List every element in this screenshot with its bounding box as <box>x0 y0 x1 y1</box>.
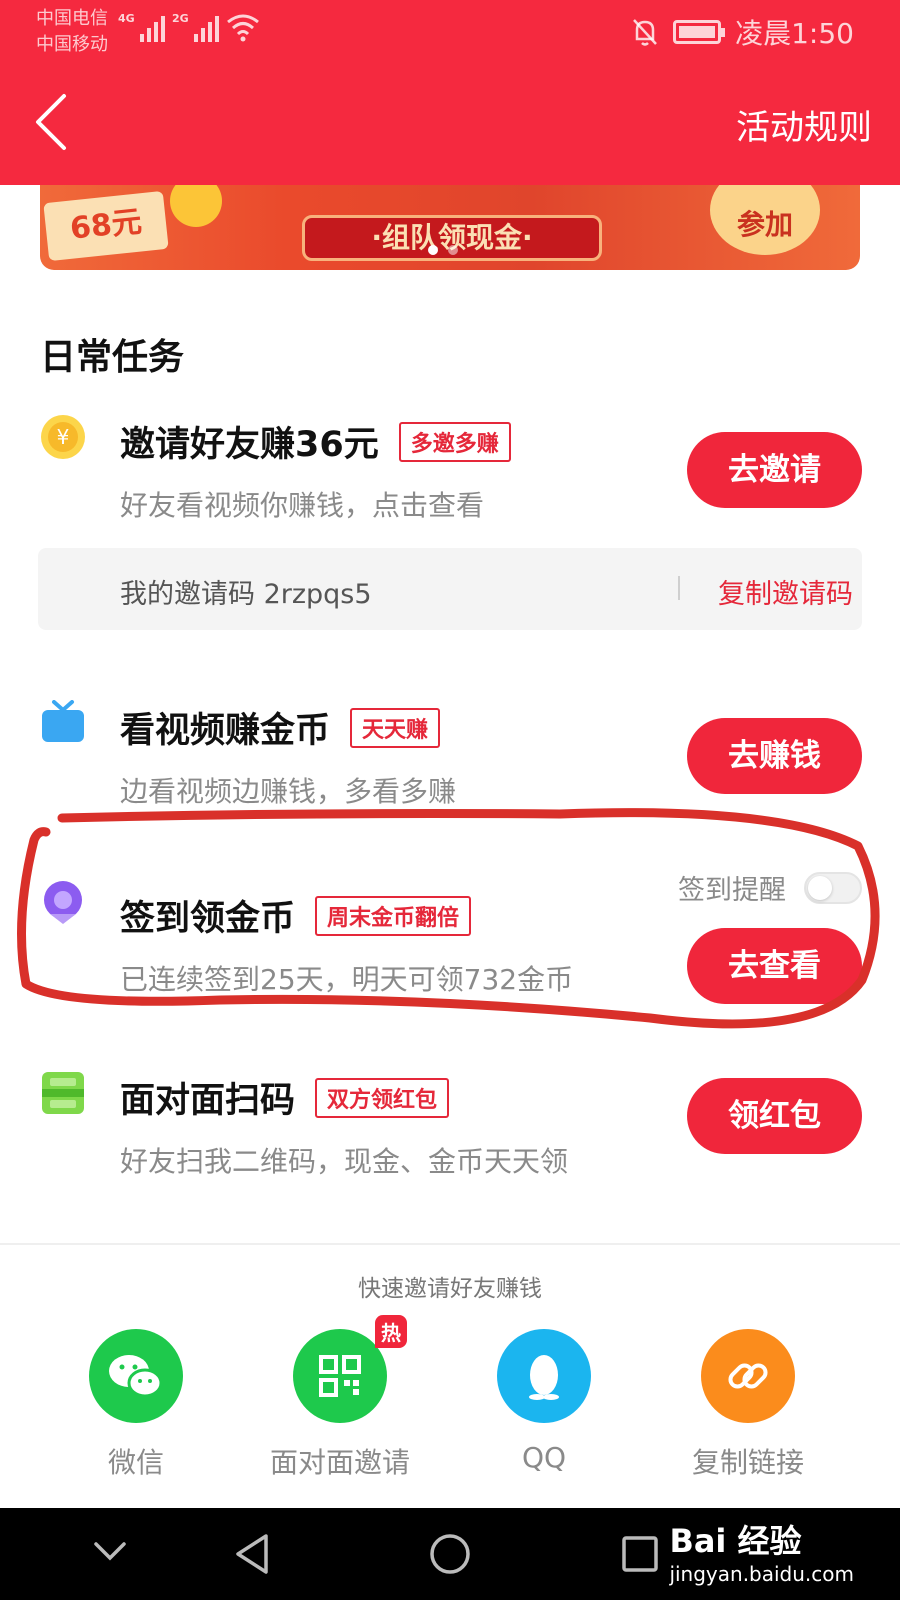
section-title: 日常任务 <box>40 337 185 378</box>
task-subtitle: 边看视频边赚钱，多看多赚 <box>120 775 457 808</box>
join-button[interactable]: 参加 <box>710 185 820 255</box>
carrier-info: 中国电信 中国移动 <box>36 6 108 58</box>
status-right: 凌晨1:50 <box>631 12 854 52</box>
clock: 凌晨1:50 <box>735 17 854 50</box>
network-type-2: 2G <box>172 12 189 25</box>
task-title: 看视频赚金币 <box>120 711 331 751</box>
share-title: 快速邀请好友赚钱 <box>358 1276 542 1302</box>
reminder-label: 签到提醒 <box>678 875 786 906</box>
divider <box>678 576 680 600</box>
task-tag: 周末金币翻倍 <box>315 895 472 936</box>
tv-icon <box>42 700 84 742</box>
watermark-line1: Bai 经验 <box>669 1522 802 1560</box>
activity-rules-link[interactable]: 活动规则 <box>736 100 872 149</box>
task-title: 面对面扫码 <box>120 1081 296 1121</box>
task-tag: 天天赚 <box>350 707 441 748</box>
invite-button[interactable]: 去邀请 <box>687 432 862 508</box>
share-panel: 快速邀请好友赚钱 微信 热 面对面邀请 QQ 复制链接 <box>0 1243 900 1508</box>
carrier-2: 中国移动 <box>36 34 108 55</box>
share-label: 微信 <box>107 1446 164 1479</box>
share-label: 复制链接 <box>691 1446 804 1479</box>
invite-code-box: 我的邀请码 2rzpqs5 复制邀请码 <box>38 548 862 630</box>
qq-penguin-icon[interactable] <box>497 1329 591 1423</box>
wechat-icon[interactable] <box>89 1329 183 1423</box>
share-face-to-face[interactable]: 热 面对面邀请 <box>260 1315 420 1481</box>
link-icon[interactable] <box>701 1329 795 1423</box>
task-subtitle: 好友扫我二维码，现金、金币天天领 <box>120 1145 569 1178</box>
share-copy-link[interactable]: 复制链接 <box>668 1329 828 1481</box>
network-type-1: 4G <box>118 12 135 25</box>
reminder-toggle[interactable] <box>804 871 862 904</box>
back-triangle-icon[interactable] <box>232 1532 272 1576</box>
gold-coin-icon <box>170 185 222 227</box>
share-wechat[interactable]: 微信 <box>56 1329 216 1481</box>
header-bar: 中国电信 中国移动 4G 2G 凌晨1:50 活动规则 <box>0 0 900 185</box>
battery-icon <box>673 20 726 44</box>
wifi-icon <box>227 14 259 42</box>
share-label: 面对面邀请 <box>269 1446 410 1479</box>
earn-money-button[interactable]: 去赚钱 <box>687 718 862 794</box>
claim-red-packet-button[interactable]: 领红包 <box>687 1078 862 1154</box>
signal-icon-2: 2G <box>172 12 219 42</box>
yuan-coin-icon: ¥ <box>41 415 85 459</box>
team-cash-banner[interactable]: 68元 ·组队领现金· 参加 <box>40 185 860 270</box>
hot-badge: 热 <box>375 1315 407 1348</box>
invite-code-text: 我的邀请码 2rzpqs5 <box>120 579 372 610</box>
red-packet-amount: 68元 <box>43 190 169 262</box>
signal-icon: 4G <box>118 12 165 42</box>
task-subtitle: 好友看视频你赚钱，点击查看 <box>120 489 485 522</box>
task-tag: 双方领红包 <box>315 1077 450 1118</box>
chevron-left-icon[interactable] <box>32 92 72 152</box>
task-tag: 多邀多赚 <box>398 421 511 462</box>
view-sign-in-button[interactable]: 去查看 <box>687 928 862 1004</box>
mute-bell-icon <box>633 19 658 46</box>
home-circle-icon[interactable] <box>428 1532 472 1576</box>
qr-code-icon[interactable]: 热 <box>293 1315 407 1423</box>
system-nav-bar: Bai 经验 jingyan.baidu.com <box>0 1508 900 1600</box>
location-pin-icon <box>44 881 82 924</box>
carrier-1: 中国电信 <box>36 8 108 29</box>
chevron-down-icon[interactable] <box>92 1532 128 1572</box>
scan-code-icon <box>42 1072 84 1114</box>
banner-pager <box>428 245 458 255</box>
recent-apps-icon[interactable] <box>620 1532 660 1576</box>
task-title: 签到领金币 <box>120 899 296 939</box>
share-label: QQ <box>521 1441 567 1474</box>
copy-invite-code-button[interactable]: 复制邀请码 <box>718 572 853 611</box>
watermark-line2: jingyan.baidu.com <box>669 1562 854 1586</box>
sign-in-reminder: 签到提醒 <box>678 868 862 907</box>
task-title: 邀请好友赚36元 <box>120 425 379 465</box>
task-subtitle: 已连续签到25天，明天可领732金币 <box>120 963 574 996</box>
svg-text:¥: ¥ <box>57 425 70 449</box>
baidu-watermark: Bai 经验 jingyan.baidu.com <box>669 1516 854 1586</box>
share-qq[interactable]: QQ <box>464 1329 624 1474</box>
